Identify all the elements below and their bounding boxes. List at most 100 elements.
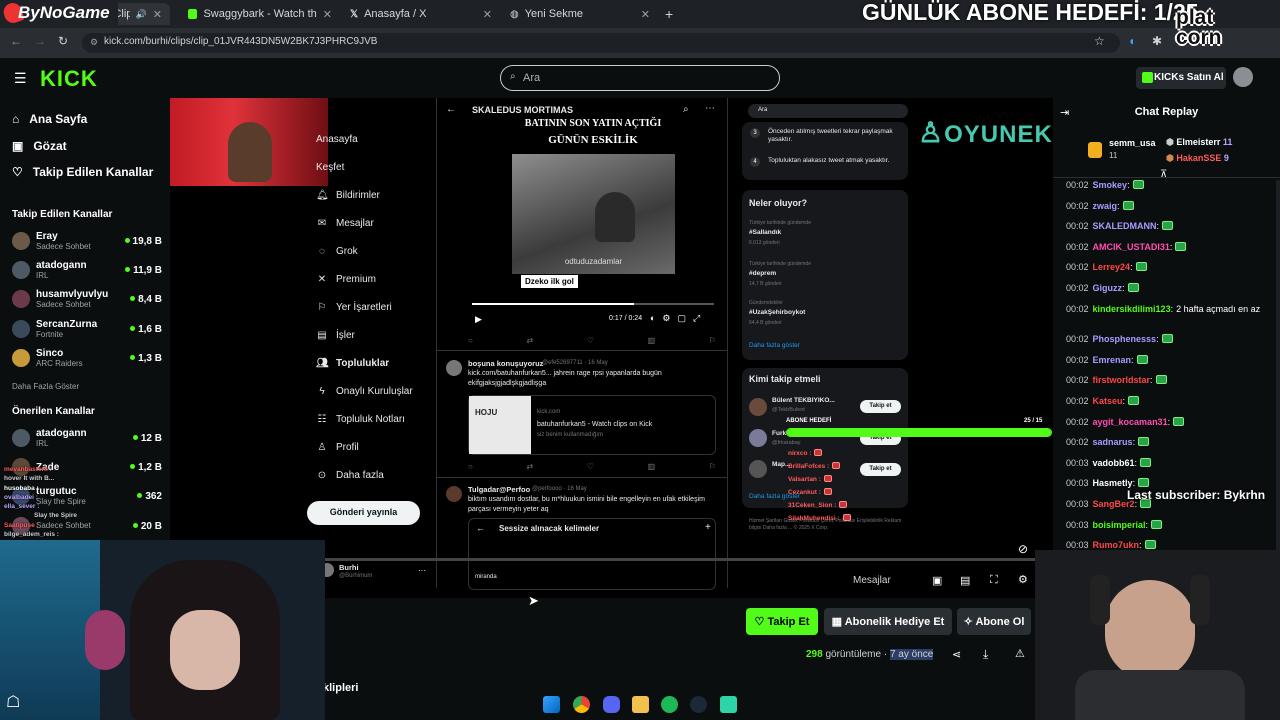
bookmark-icon[interactable]: ⚐ [709,462,716,471]
sidebar-item-home[interactable]: ⌂ Ana Sayfa [12,112,87,126]
trends-show-more[interactable]: Daha fazla göster [749,342,800,349]
x-nav-bookmarks[interactable]: ⚐ Yer İşaretleri [316,302,392,313]
back-arrow-icon[interactable]: ← [476,523,485,533]
forward-icon[interactable]: → [34,34,46,48]
x-nav-notifications[interactable]: 🔔︎ Bildirimler [316,190,380,201]
back-arrow-icon[interactable]: ← [446,104,456,115]
gift-subscription-button[interactable]: ▦ Abonelik Hediye Et [824,608,952,635]
download-icon[interactable]: ⤓ [983,647,988,662]
chat-username[interactable]: Phosphenesss [1093,334,1157,344]
spotify-icon[interactable] [661,696,678,713]
post-button[interactable]: Gönderi yayınla [307,501,420,525]
kick-logo[interactable]: KICK [40,66,98,92]
chat-scrollbar[interactable] [1276,180,1280,550]
chat-username[interactable]: AMCIK_USTADI31 [1093,242,1170,252]
chrome-icon[interactable] [573,696,590,713]
sidebar-channel[interactable]: Eray Sadece Sohbet 19,8 B [12,227,162,255]
chat-username[interactable]: Smokey [1093,180,1128,190]
show-more-link[interactable]: Daha Fazla Göster [12,382,79,391]
add-icon[interactable]: + [705,522,711,533]
chat-username[interactable]: Emrenan [1093,355,1132,365]
chat-username[interactable]: SKALEDMANN [1093,221,1157,231]
x-nav-profile[interactable]: ♙ Profil [316,442,359,453]
x-nav-messages[interactable]: ✉ Mesajlar [316,218,374,229]
bookmark-star-icon[interactable]: ☆ [1094,34,1105,48]
chat-username[interactable]: Hasmetly [1093,478,1133,488]
x-nav-jobs[interactable]: ▤ İşler [316,330,355,341]
views-icon[interactable]: ▥ [648,462,656,471]
retweet-icon[interactable]: ⇄ [526,336,533,345]
sidebar-channel[interactable]: SercanZurna Fortnite 1,6 B [12,315,162,343]
close-tab-icon[interactable]: ✕ [641,8,650,21]
retweet-icon[interactable]: ⇄ [526,462,533,471]
follow-suggestion-button[interactable]: Takip et [860,463,901,476]
trend-tag[interactable]: #deprem [749,270,776,277]
chat-username[interactable]: sadnarus [1093,437,1133,447]
follow-button[interactable]: ♡ Takip Et [746,608,818,635]
avatar[interactable] [1233,67,1253,87]
search-icon[interactable]: ⌕ [683,104,689,115]
settings-icon[interactable]: ⚙ [1018,573,1028,586]
search-input[interactable]: Ara [500,65,780,91]
trend-tag[interactable]: #Sallandık [749,229,781,236]
chat-username[interactable]: aygit_kocaman31 [1093,417,1168,427]
back-icon[interactable]: ← [10,34,22,48]
pip-icon[interactable]: ▤ [960,574,970,587]
chat-username[interactable]: Lerrey24 [1093,262,1131,272]
site-info-icon[interactable]: ⚙ [90,37,98,48]
follow-suggestion-button[interactable]: Takip et [860,400,901,413]
browser-tab[interactable]: 𝕏 Anasayfa / X ✕ [342,3,500,25]
clip-icon[interactable]: ⊘ [1018,542,1028,556]
sidebar-channel[interactable]: atadogann IRL 11,9 B [12,256,162,284]
x-nav-communities[interactable]: 👥︎ Topluluklar [316,358,389,369]
video-controls-icons[interactable]: ◐⚙▢⤢ [650,313,707,324]
hamburger-menu-icon[interactable]: ☰ [14,70,27,87]
x-nav-community-notes[interactable]: ☷ Topluluk Notları [316,414,405,425]
chat-username[interactable]: zwaig [1093,201,1118,211]
reload-icon[interactable]: ↻ [58,34,68,48]
sidebar-item-browse[interactable]: ▣ Gözat [12,139,67,153]
close-tab-icon[interactable]: ✕ [483,8,492,21]
url-input[interactable]: kick.com/burhi/clips/clip_01JVR443DN5W2B… [82,33,1120,53]
bookmark-icon[interactable]: ⚐ [709,336,716,345]
x-nav-verified-orgs[interactable]: ϟ Onaylı Kuruluşlar [316,386,412,397]
play-icon[interactable]: ▶ [475,314,482,325]
tweet-actions[interactable]: ○ ⇄ ♡ ▥ ⚐ [468,462,716,471]
x-nav-home[interactable]: Anasayfa [316,134,358,145]
x-nav-explore[interactable]: Keşfet [316,162,344,173]
chat-username[interactable]: boisimperial [1093,520,1146,530]
tweet-actions[interactable]: ○ ⇄ ♡ ▥ ⚐ [468,336,716,345]
extension-icon[interactable]: ◖ [1128,34,1135,48]
theater-mode-icon[interactable]: ▣ [932,574,942,587]
muted-word[interactable]: miranda [475,574,497,580]
more-icon[interactable]: ⋯ [705,103,715,114]
close-tab-icon[interactable]: ✕ [323,8,332,21]
extensions-icon[interactable]: ✱ [1152,34,1162,48]
close-tab-icon[interactable]: ✕ [153,8,162,21]
chat-username[interactable]: firstworldstar [1093,375,1151,385]
chat-username[interactable]: kindersikdilimi123 [1093,304,1171,314]
sidebar-channel[interactable]: husamvlyuvlyu Sadece Sohbet 8,4 B [12,285,162,313]
chat-username[interactable]: vadobb61 [1093,458,1135,468]
fullscreen-icon[interactable]: ⛶ [990,574,998,587]
more-icon[interactable]: ⋯ [418,566,426,575]
x-search-input[interactable]: Ara [748,104,908,118]
x-nav-premium[interactable]: ✕ Premium [316,274,376,285]
messages-drawer[interactable]: Mesajlar [853,575,891,586]
like-icon[interactable]: ♡ [587,336,594,345]
windows-start-icon[interactable] [543,696,560,713]
reply-icon[interactable]: ○ [468,336,473,345]
share-icon[interactable]: ⋖ [952,648,961,661]
reply-icon[interactable]: ○ [468,462,473,471]
like-icon[interactable]: ♡ [587,462,594,471]
report-icon[interactable]: ⚠ [1015,647,1025,660]
views-icon[interactable]: ▥ [648,336,656,345]
trend-tag[interactable]: #UzakŞehirboykot [749,309,805,316]
subscribe-button[interactable]: ✧ Abone Ol [957,608,1031,635]
x-nav-grok[interactable]: ◌ Grok [316,246,358,257]
file-explorer-icon[interactable] [632,696,649,713]
browser-tab[interactable]: Swaggybark - Watch the VOD o ✕ [180,3,340,25]
discord-icon[interactable] [603,696,620,713]
chat-username[interactable]: Giguzz [1093,283,1123,293]
browser-tab[interactable]: ◍ Yeni Sekme ✕ [502,3,658,25]
